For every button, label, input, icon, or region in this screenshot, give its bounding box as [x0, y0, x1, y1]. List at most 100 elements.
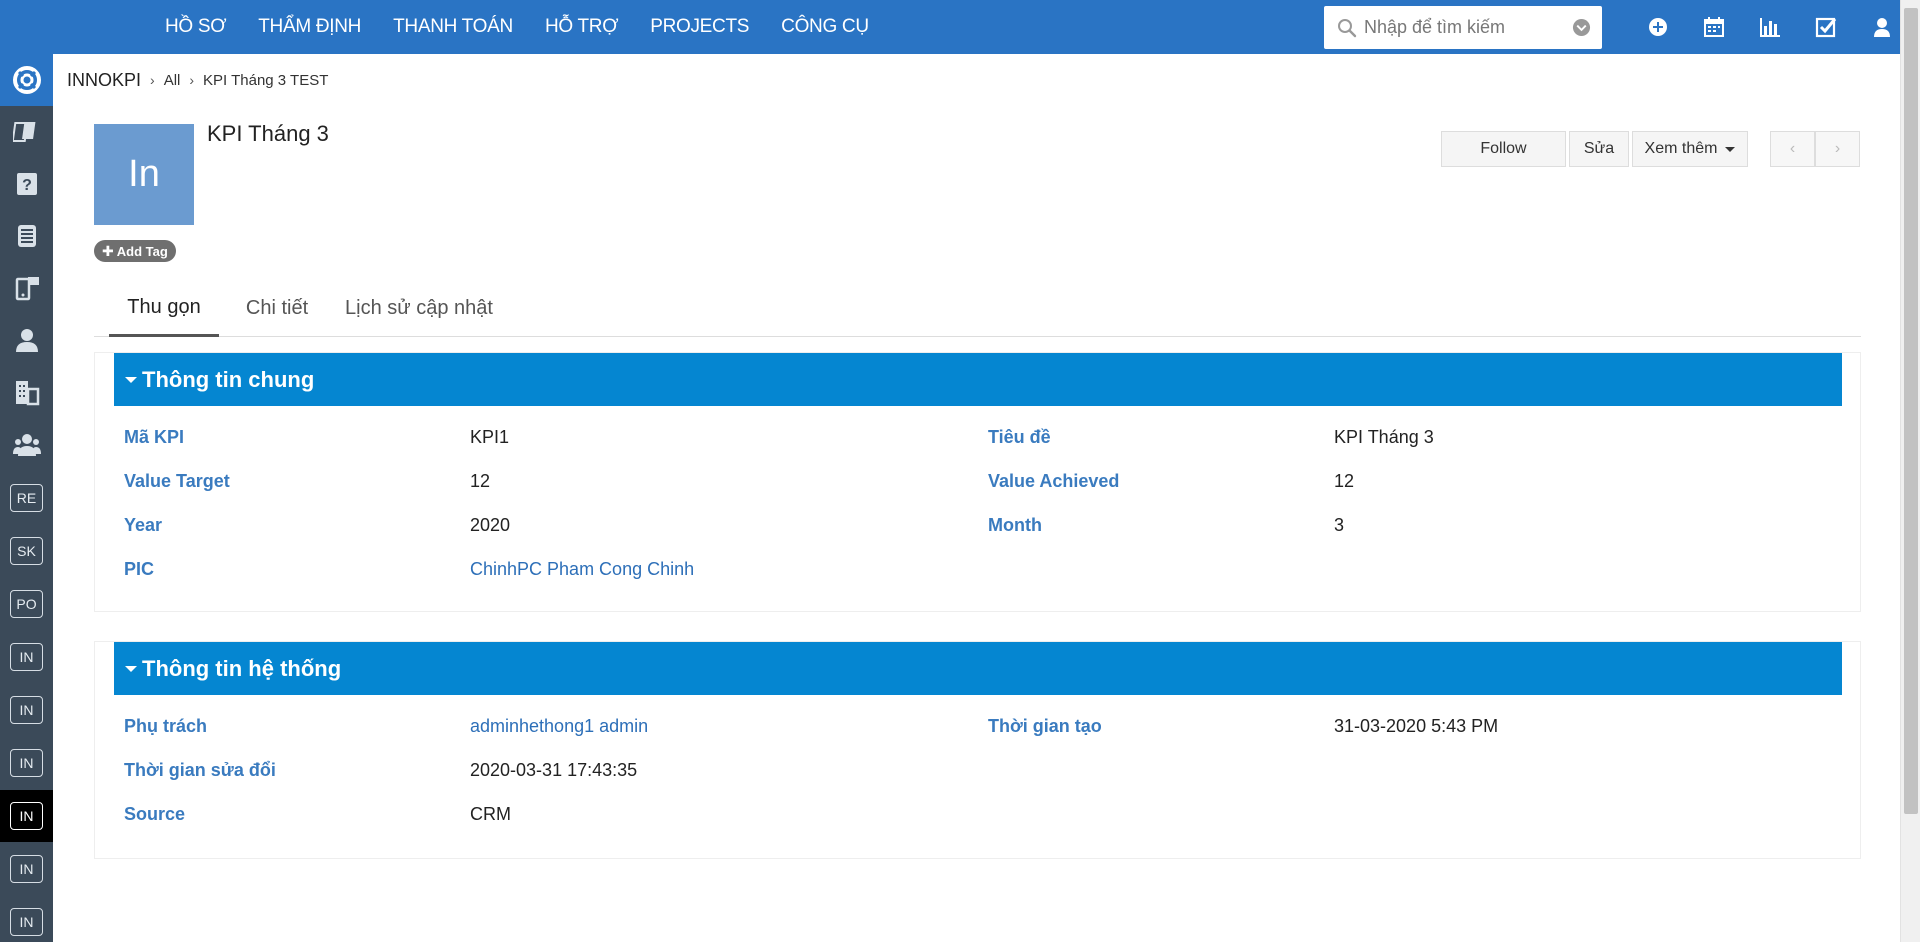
- calendar-icon[interactable]: [1686, 0, 1742, 54]
- page-scrollbar[interactable]: [1900, 0, 1920, 942]
- sidebar-item-faq[interactable]: ?: [0, 158, 53, 210]
- chevron-down-circle-icon[interactable]: [1572, 18, 1591, 37]
- breadcrumb-root[interactable]: INNOKPI: [67, 70, 141, 91]
- sidebar-box-label: RE: [10, 484, 43, 512]
- person-icon: [15, 329, 38, 352]
- chevron-left-icon: ‹: [1789, 140, 1796, 157]
- support-icon: [12, 66, 41, 94]
- sidebar-item-support[interactable]: [0, 54, 53, 106]
- month-value: 3: [1334, 515, 1345, 535]
- sidebar-box-label: PO: [10, 590, 43, 618]
- sidebar-item-groups[interactable]: [0, 418, 53, 470]
- mobile-chat-icon: [15, 277, 39, 301]
- tab-detail[interactable]: Chi tiết: [234, 280, 320, 337]
- kpi-code-label: Mã KPI: [124, 427, 185, 447]
- sidebar-box-label: IN: [10, 696, 43, 724]
- sidebar-item-sk[interactable]: SK: [0, 525, 53, 577]
- menu-tham-dinh[interactable]: THẨM ĐỊNH: [258, 16, 361, 38]
- add-tag-button[interactable]: ✚ Add Tag: [94, 240, 176, 262]
- edit-button[interactable]: Sửa: [1569, 131, 1629, 167]
- kpi-code-value: KPI1: [470, 427, 510, 447]
- record-title: KPI Tháng 3: [207, 121, 329, 146]
- sidebar-item-ledger[interactable]: [0, 210, 53, 262]
- general-info-header[interactable]: Thông tin chung: [114, 353, 1842, 406]
- pic-link[interactable]: ChinhPC Pham Cong Chinh: [470, 559, 694, 580]
- breadcrumb-current: KPI Tháng 3 TEST: [203, 71, 329, 89]
- created-label: Thời gian tạo: [988, 716, 1102, 736]
- prev-record-button[interactable]: ‹: [1770, 131, 1815, 167]
- scrollbar-thumb[interactable]: [1904, 8, 1918, 814]
- tab-history[interactable]: Lịch sử cập nhật: [334, 280, 504, 337]
- sidebar-box-label: IN: [10, 802, 43, 830]
- group-icon: [12, 434, 41, 456]
- sidebar-item-in-3[interactable]: IN: [0, 737, 53, 789]
- sidebar-item-re[interactable]: RE: [0, 472, 53, 524]
- value-achieved-value: 12: [1334, 471, 1355, 491]
- search-input[interactable]: [1364, 14, 1564, 41]
- ledger-icon: [17, 225, 36, 247]
- sidebar-box-label: SK: [10, 537, 43, 565]
- caret-down-icon: [125, 665, 137, 672]
- search-icon: [1338, 19, 1357, 38]
- sidebar-item-in-1[interactable]: IN: [0, 631, 53, 683]
- subject-label: Tiêu đề: [988, 427, 1051, 447]
- section-title: Thông tin chung: [142, 366, 315, 392]
- sidebar-box-label: IN: [10, 749, 43, 777]
- value-target-value: 12: [470, 471, 491, 491]
- menu-projects[interactable]: PROJECTS: [650, 16, 749, 38]
- modified-value: 2020-03-31 17:43:35: [470, 760, 638, 780]
- menu-cong-cu[interactable]: CÔNG CỤ: [781, 16, 869, 38]
- source-label: Source: [124, 804, 186, 824]
- sidebar-item-in-4[interactable]: IN: [0, 843, 53, 895]
- chevron-right-icon: ›: [1834, 140, 1841, 157]
- bar-chart-icon[interactable]: [1742, 0, 1798, 54]
- sidebar-item-cards[interactable]: [0, 106, 53, 158]
- checkbox-icon[interactable]: [1798, 0, 1854, 54]
- general-info-panel: Thông tin chung Mã KPI KPI1 Tiêu đề KPI …: [94, 352, 1861, 612]
- sidebar-item-in-2[interactable]: IN: [0, 684, 53, 736]
- top-actions: [1630, 0, 1910, 54]
- menu-thanh-toan[interactable]: THANH TOÁN: [393, 16, 513, 38]
- sidebar-box-label: IN: [10, 855, 43, 883]
- year-label: Year: [124, 515, 163, 535]
- breadcrumb: INNOKPI › All › KPI Tháng 3 TEST: [67, 68, 328, 92]
- year-value: 2020: [470, 515, 511, 535]
- record-tabs: Thu gọn Chi tiết Lịch sử cập nhật: [94, 280, 1861, 337]
- sidebar-item-in-active[interactable]: IN: [0, 790, 53, 842]
- sidebar-item-contacts[interactable]: [0, 314, 53, 366]
- system-info-header[interactable]: Thông tin hệ thống: [114, 642, 1842, 695]
- menu-ho-tro[interactable]: HỖ TRỢ: [545, 16, 619, 38]
- menu-ho-so[interactable]: HỒ SƠ: [165, 16, 227, 38]
- source-value: CRM: [470, 804, 511, 824]
- plus-icon: ✚: [102, 242, 114, 259]
- more-label: Xem thêm: [1644, 140, 1718, 157]
- sidebar-box-label: IN: [10, 643, 43, 671]
- record-avatar: In: [94, 124, 194, 225]
- top-navbar: HỒ SƠ THẨM ĐỊNH THANH TOÁN HỖ TRỢ PROJEC…: [0, 0, 1900, 54]
- created-value: 31-03-2020 5:43 PM: [1334, 716, 1499, 736]
- sidebar-item-po[interactable]: PO: [0, 578, 53, 630]
- main-menu: HỒ SƠ THẨM ĐỊNH THANH TOÁN HỖ TRỢ PROJEC…: [165, 0, 901, 54]
- sidebar-item-organizations[interactable]: [0, 366, 53, 418]
- caret-down-icon: [1725, 146, 1736, 152]
- add-tag-label: Add Tag: [116, 243, 168, 259]
- assigned-label: Phụ trách: [124, 716, 208, 736]
- plus-circle-icon[interactable]: [1630, 0, 1686, 54]
- pic-label: PIC: [124, 559, 155, 579]
- assigned-link[interactable]: adminhethong1 admin: [470, 716, 648, 737]
- follow-button[interactable]: Follow: [1441, 131, 1566, 167]
- sidebar-item-in-5[interactable]: IN: [0, 896, 53, 948]
- sidebar-box-label: IN: [10, 908, 43, 936]
- left-sidebar: ? RE SK PO IN IN IN IN IN IN: [0, 54, 53, 942]
- chevron-right-icon: ›: [150, 72, 155, 88]
- tab-summary[interactable]: Thu gọn: [109, 280, 219, 337]
- breadcrumb-all[interactable]: All: [164, 72, 181, 89]
- value-achieved-label: Value Achieved: [988, 471, 1120, 491]
- section-title: Thông tin hệ thống: [142, 655, 342, 681]
- value-target-label: Value Target: [124, 471, 230, 491]
- more-dropdown-button[interactable]: Xem thêm: [1632, 131, 1748, 167]
- sidebar-item-mobile[interactable]: [0, 262, 53, 314]
- next-record-button[interactable]: ›: [1815, 131, 1860, 167]
- building-icon: [15, 381, 39, 406]
- modified-label: Thời gian sửa đổi: [124, 760, 276, 780]
